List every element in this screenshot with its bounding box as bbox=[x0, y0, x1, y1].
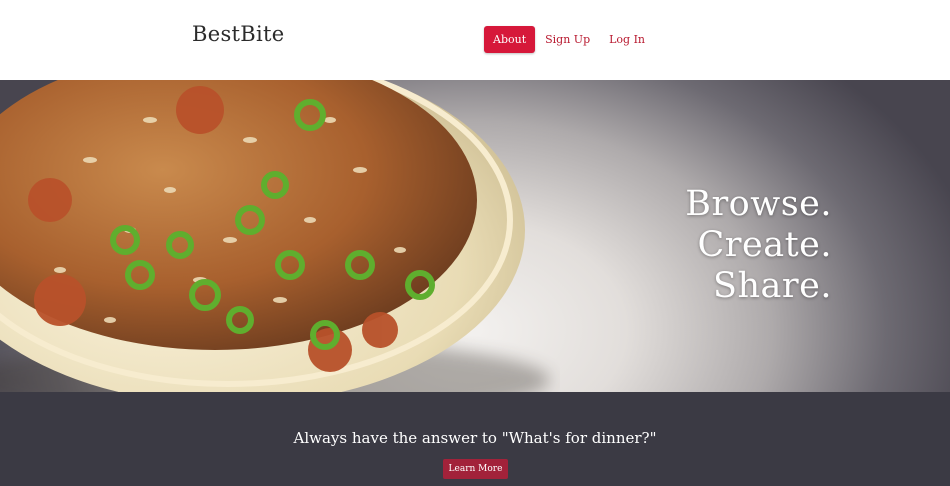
tagline-create: Create. bbox=[697, 225, 832, 265]
nav-signup-link[interactable]: Sign Up bbox=[536, 26, 599, 53]
food-bowl-image bbox=[0, 80, 550, 392]
tagline-share: Share. bbox=[713, 266, 832, 306]
main-nav: About Sign Up Log In bbox=[484, 26, 654, 53]
nav-about-button[interactable]: About bbox=[484, 26, 536, 53]
hero-banner: Browse. Create. Share. bbox=[0, 80, 950, 392]
nav-login-link[interactable]: Log In bbox=[600, 26, 654, 53]
site-header: BestBite About Sign Up Log In bbox=[0, 0, 950, 80]
hero-tagline: Browse. Create. Share. bbox=[685, 184, 832, 307]
cta-band: Always have the answer to "What's for di… bbox=[0, 392, 950, 486]
cta-headline: Always have the answer to "What's for di… bbox=[293, 429, 657, 447]
learn-more-button[interactable]: Learn More bbox=[443, 459, 508, 479]
tagline-browse: Browse. bbox=[685, 184, 832, 224]
brand-logo[interactable]: BestBite bbox=[192, 22, 285, 46]
